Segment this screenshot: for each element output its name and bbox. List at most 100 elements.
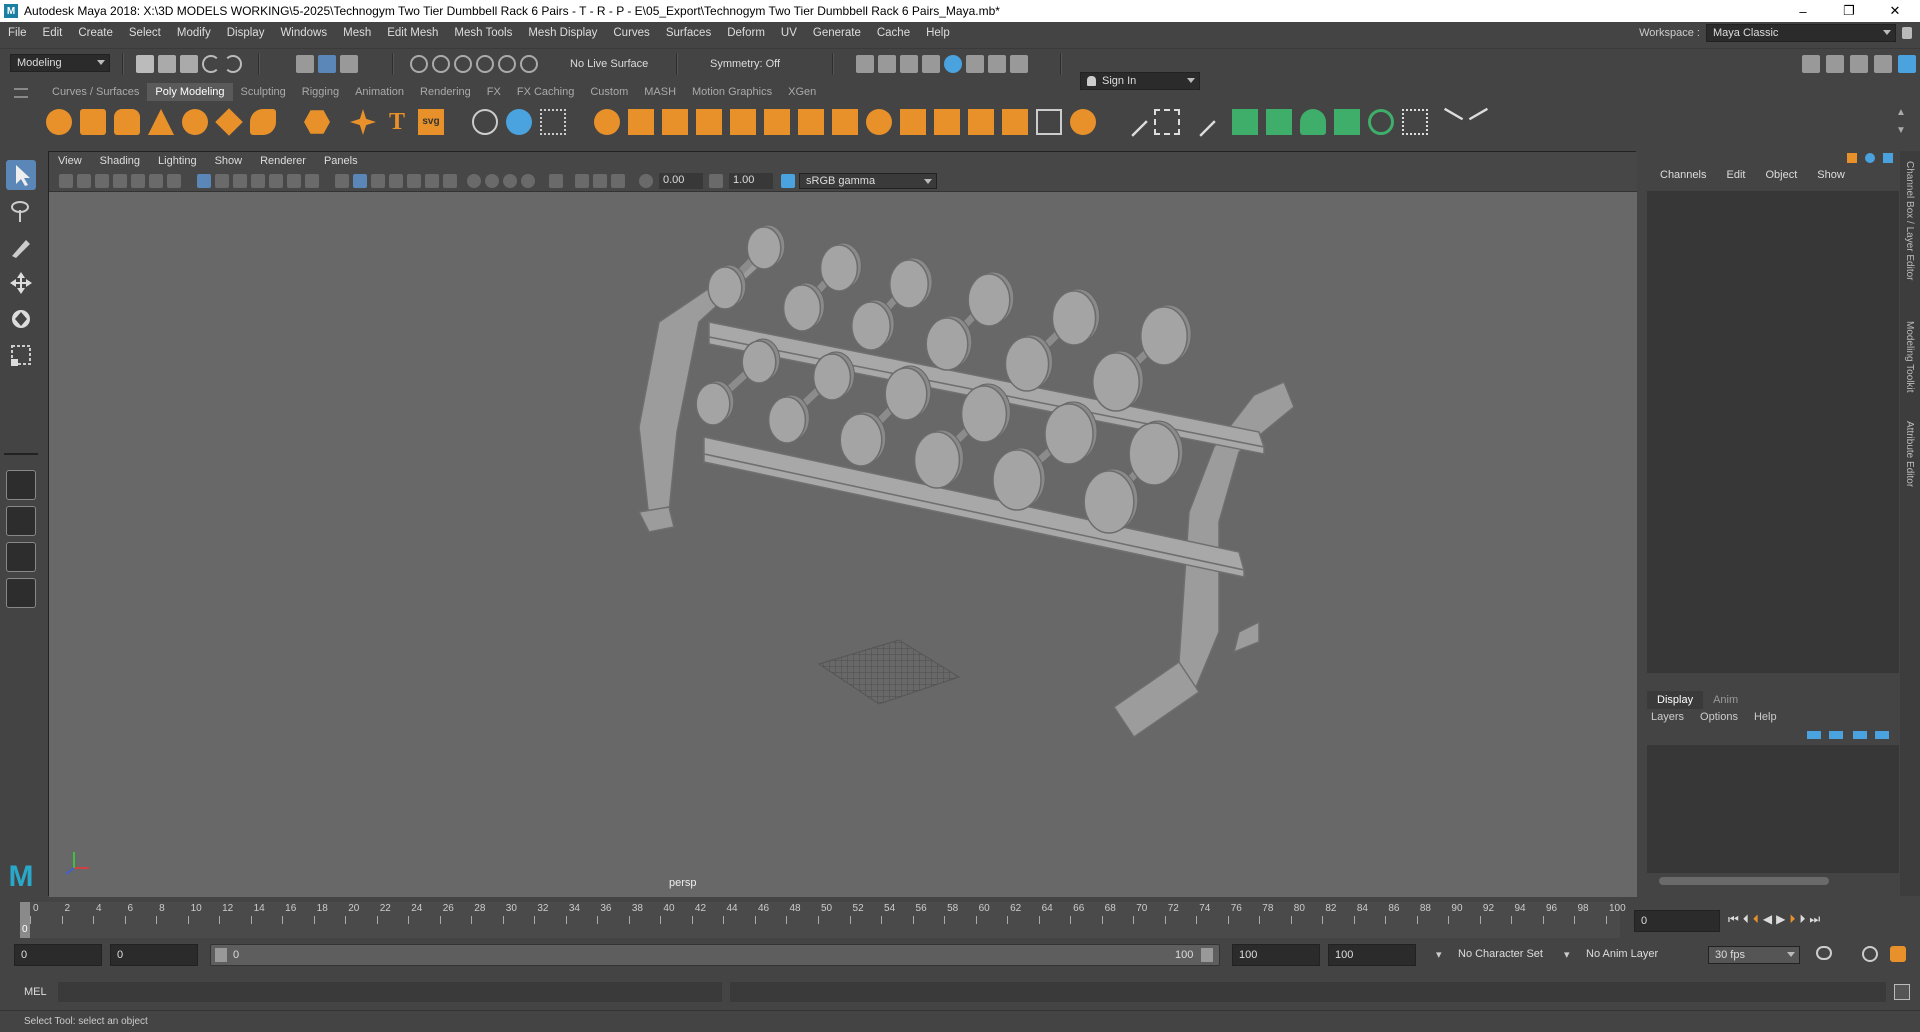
shelf-tab-rigging[interactable]: Rigging bbox=[294, 83, 347, 101]
poke-icon[interactable] bbox=[866, 109, 892, 135]
planar-mapping-icon[interactable] bbox=[1232, 109, 1258, 135]
camera-attributes-icon[interactable] bbox=[95, 174, 109, 188]
viewport-menu-shading[interactable]: Shading bbox=[91, 155, 149, 167]
wireframe-icon[interactable] bbox=[335, 174, 349, 188]
bookmarks-icon[interactable] bbox=[113, 174, 127, 188]
side-tab-attribute-editor[interactable]: Attribute Editor bbox=[1904, 421, 1915, 487]
lasso-tool-icon[interactable] bbox=[6, 196, 36, 226]
shelf-menu-icon[interactable] bbox=[14, 88, 28, 98]
snap-plane-icon[interactable] bbox=[476, 55, 494, 73]
menu-cache[interactable]: Cache bbox=[869, 27, 918, 39]
shadows-icon[interactable] bbox=[443, 174, 457, 188]
live-surface-label[interactable]: No Live Surface bbox=[570, 58, 648, 70]
gamma-field[interactable]: 1.00 bbox=[729, 173, 773, 189]
open-scene-icon[interactable] bbox=[158, 55, 176, 73]
help-menu[interactable]: Help bbox=[1754, 711, 1777, 723]
render-settings-icon[interactable] bbox=[922, 55, 940, 73]
tool-settings-toggle-icon[interactable] bbox=[1874, 55, 1892, 73]
tab-display[interactable]: Display bbox=[1647, 691, 1704, 709]
menu-set-dropdown[interactable]: Modeling bbox=[10, 54, 110, 72]
select-tool-icon[interactable] bbox=[6, 160, 36, 190]
anti-aliasing-icon[interactable] bbox=[503, 174, 517, 188]
screen-space-ao-icon[interactable] bbox=[467, 174, 481, 188]
exposure-icon[interactable] bbox=[639, 174, 653, 188]
step-forward-icon[interactable]: ⏵ bbox=[1799, 912, 1805, 927]
type-text-icon[interactable]: T bbox=[384, 109, 410, 135]
select-camera-icon[interactable] bbox=[59, 174, 73, 188]
snap-point-icon[interactable] bbox=[454, 55, 472, 73]
menu-create[interactable]: Create bbox=[70, 27, 121, 39]
grid-toggle-icon[interactable] bbox=[197, 174, 211, 188]
menu-curves[interactable]: Curves bbox=[605, 27, 657, 39]
select-component-icon[interactable] bbox=[340, 55, 358, 73]
outliner-layout-icon[interactable] bbox=[1826, 55, 1844, 73]
cut-uv-icon[interactable] bbox=[1434, 107, 1464, 137]
scale-tool-icon[interactable] bbox=[6, 340, 36, 370]
insert-edge-loop-icon[interactable] bbox=[1154, 109, 1180, 135]
new-empty-layer-icon[interactable] bbox=[1853, 731, 1867, 739]
menu-help[interactable]: Help bbox=[918, 27, 958, 39]
start-time-field[interactable]: 0 bbox=[14, 944, 102, 966]
viewport-canvas[interactable]: persp bbox=[49, 192, 1637, 897]
snap-grid-icon[interactable] bbox=[410, 55, 428, 73]
sign-in-dropdown[interactable]: Sign In bbox=[1080, 72, 1200, 90]
bridge-icon[interactable] bbox=[662, 109, 688, 135]
range-slider[interactable]: 0 100 bbox=[210, 944, 1220, 966]
menu-select[interactable]: Select bbox=[121, 27, 169, 39]
spherical-mapping-icon[interactable] bbox=[1300, 109, 1326, 135]
offset-edge-loop-icon[interactable] bbox=[1186, 107, 1216, 137]
poly-sphere-icon[interactable] bbox=[46, 109, 72, 135]
poly-cylinder-icon[interactable] bbox=[114, 109, 140, 135]
options-menu[interactable]: Options bbox=[1700, 711, 1738, 723]
motion-blur-icon[interactable] bbox=[485, 174, 499, 188]
move-layer-up-icon[interactable] bbox=[1807, 731, 1821, 739]
shelf-tab-curves-surfaces[interactable]: Curves / Surfaces bbox=[44, 83, 147, 101]
new-scene-icon[interactable] bbox=[136, 55, 154, 73]
layer-list[interactable] bbox=[1647, 745, 1899, 873]
range-slider-start-handle[interactable] bbox=[215, 948, 227, 962]
lock-camera-icon[interactable] bbox=[77, 174, 91, 188]
poly-plane-icon[interactable] bbox=[215, 108, 243, 136]
render-frame-icon[interactable] bbox=[856, 55, 874, 73]
xray-joints-icon[interactable] bbox=[611, 174, 625, 188]
layer-editor-icon[interactable] bbox=[1865, 153, 1875, 163]
minimize-button[interactable]: – bbox=[1780, 0, 1826, 22]
xray-icon[interactable] bbox=[575, 174, 589, 188]
channels-show-menu[interactable]: Show bbox=[1807, 169, 1855, 181]
pause-viewport-icon[interactable] bbox=[1010, 55, 1028, 73]
current-frame-field[interactable]: 0 bbox=[1634, 910, 1720, 932]
smooth-shade-icon[interactable] bbox=[353, 174, 367, 188]
time-slider-track[interactable]: 0 0 2 4 6 8 10 12 14 16 18 20 22 24 26 28 30 32 34 36 38 40 4… bbox=[20, 902, 1626, 938]
triangulate-icon[interactable] bbox=[934, 109, 960, 135]
viewport-menu-show[interactable]: Show bbox=[206, 155, 252, 167]
image-plane-icon[interactable] bbox=[131, 174, 145, 188]
menu-surfaces[interactable]: Surfaces bbox=[658, 27, 719, 39]
channel-box-toggle-icon[interactable] bbox=[1898, 55, 1916, 73]
menu-uv[interactable]: UV bbox=[773, 27, 805, 39]
playback-end-field[interactable]: 100 bbox=[1232, 944, 1320, 966]
separate-icon[interactable] bbox=[506, 109, 532, 135]
shelf-tab-sculpting[interactable]: Sculpting bbox=[233, 83, 294, 101]
fps-dropdown[interactable]: 30 fps bbox=[1708, 946, 1800, 964]
step-back-icon[interactable]: ⏴ bbox=[1743, 912, 1749, 927]
workspace-dropdown[interactable]: Maya Classic bbox=[1706, 24, 1896, 42]
shelf-tab-poly-modeling[interactable]: Poly Modeling bbox=[147, 83, 233, 101]
single-perspective-layout-icon[interactable] bbox=[6, 470, 36, 500]
snap-vertex-icon[interactable] bbox=[520, 55, 538, 73]
menu-windows[interactable]: Windows bbox=[272, 27, 335, 39]
extract-icon[interactable] bbox=[1036, 109, 1062, 135]
render-view-icon[interactable] bbox=[966, 55, 984, 73]
super-shape-icon[interactable] bbox=[350, 109, 376, 135]
mirror-icon[interactable] bbox=[900, 109, 926, 135]
default-material-icon[interactable] bbox=[371, 174, 385, 188]
menu-display[interactable]: Display bbox=[219, 27, 273, 39]
menu-mesh-display[interactable]: Mesh Display bbox=[520, 27, 605, 39]
multi-cut-icon[interactable] bbox=[1118, 107, 1148, 137]
extrude-icon[interactable] bbox=[628, 109, 654, 135]
hypershade-icon[interactable] bbox=[944, 55, 962, 73]
use-all-lights-icon[interactable] bbox=[425, 174, 439, 188]
redo-icon[interactable] bbox=[224, 55, 242, 73]
uv-editor-icon[interactable] bbox=[1368, 109, 1394, 135]
step-back-key-icon[interactable]: ⏴ bbox=[1753, 912, 1759, 927]
viewport-menu-lighting[interactable]: Lighting bbox=[149, 155, 206, 167]
